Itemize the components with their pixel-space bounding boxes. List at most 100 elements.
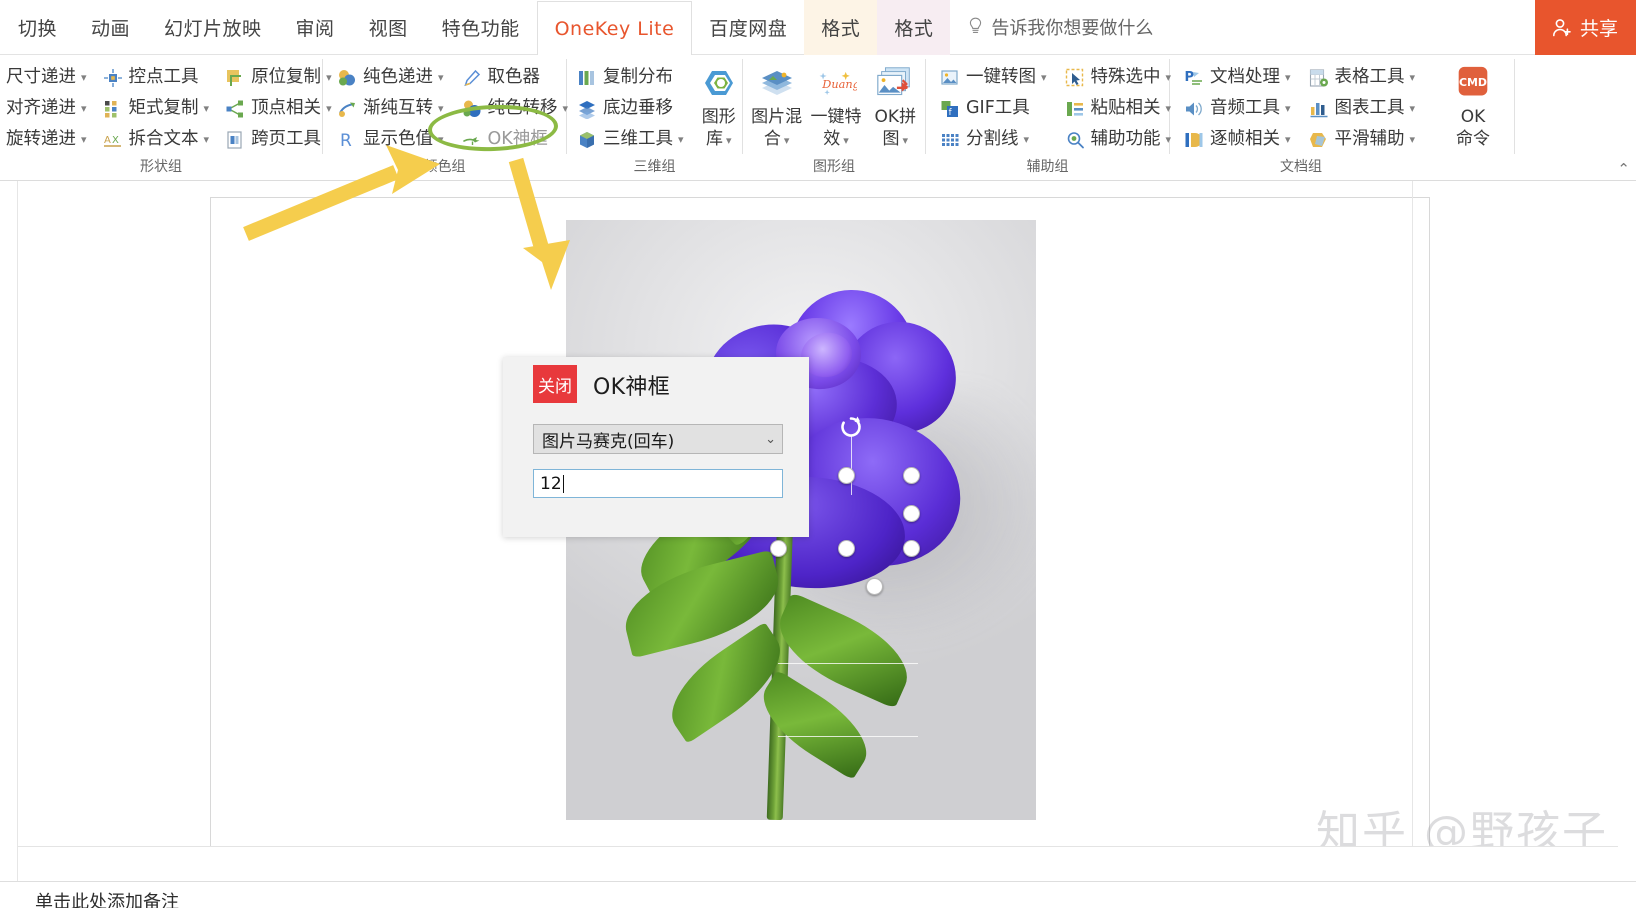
morph-assist-icon xyxy=(1308,129,1330,151)
ribbon-item-audio-tool[interactable]: 音频工具 xyxy=(1180,93,1295,124)
ribbon-item-solid-color-progress[interactable]: 纯色递进 xyxy=(333,62,448,93)
svg-text:P: P xyxy=(1185,70,1195,85)
chevron-down-icon[interactable] xyxy=(1041,72,1047,83)
tab-featured[interactable]: 特色功能 xyxy=(425,0,537,55)
chevron-down-icon[interactable] xyxy=(903,134,909,147)
ribbon-item-label: 旋转递进 xyxy=(6,128,76,149)
ribbon-item-label: 一键转图 xyxy=(966,66,1036,87)
notes-pane[interactable]: 单击此处添加备注 xyxy=(0,881,1636,918)
ribbon-item-in-place-copy[interactable]: 原位复制 xyxy=(221,62,336,93)
copy-distribute-icon xyxy=(576,67,598,89)
bottom-vertical-move-icon xyxy=(576,98,598,120)
ribbon-item-align-progress[interactable]: 对齐递进 xyxy=(0,93,91,124)
three-d-tools-icon xyxy=(576,129,598,151)
chevron-down-icon[interactable] xyxy=(1024,134,1030,145)
ribbon-item-three-d-tools[interactable]: 三维工具 xyxy=(573,124,688,155)
ribbon-item-vertex-related[interactable]: 顶点相关 xyxy=(221,93,336,124)
ribbon-item-copy-distribute[interactable]: 复制分布 xyxy=(573,62,688,93)
tab-view[interactable]: 视图 xyxy=(352,0,425,55)
ribbon-item-label: 控点工具 xyxy=(128,66,199,87)
ribbon-item-label: 辅助功能 xyxy=(1090,128,1161,149)
ribbon-item-label: 表格工具 xyxy=(1334,66,1405,87)
chevron-down-icon[interactable] xyxy=(678,134,684,145)
tab-switch[interactable]: 切换 xyxy=(0,0,74,55)
ribbon-item-label: 平滑辅助 xyxy=(1334,128,1405,149)
chevron-down-icon[interactable] xyxy=(81,134,87,145)
chevron-down-icon[interactable]: ⌄ xyxy=(765,432,776,447)
tab-animation[interactable]: 动画 xyxy=(74,0,147,55)
ribbon-item-paste-related[interactable]: 粘贴相关 xyxy=(1061,93,1176,124)
ribbon-item-size-progress[interactable]: 尺寸递进 xyxy=(0,62,91,93)
ribbon-item-document-process[interactable]: P 文档处理 xyxy=(1180,62,1295,93)
chevron-down-icon[interactable] xyxy=(1285,72,1291,83)
ribbon-item-convert-to-image[interactable]: 一键转图 xyxy=(936,62,1051,93)
ribbon-item-rotate-progress[interactable]: 旋转递进 xyxy=(0,124,91,155)
ribbon-item-special-select[interactable]: 特殊选中 xyxy=(1061,62,1176,93)
share-button[interactable]: 共享 xyxy=(1534,0,1636,55)
ribbon-item-accessibility[interactable]: 辅助功能 xyxy=(1061,124,1176,155)
ribbon-bigbutton-shape-library[interactable]: 图形 库 xyxy=(696,59,742,149)
resize-handle-top-right[interactable] xyxy=(903,467,920,484)
ribbon-item-control-point[interactable]: 控点工具 xyxy=(99,62,214,93)
chevron-down-icon[interactable] xyxy=(1410,134,1416,145)
slide-thumbnail-pane[interactable] xyxy=(0,181,18,881)
chevron-down-icon[interactable] xyxy=(81,103,87,114)
chevron-down-icon[interactable] xyxy=(1285,103,1291,114)
chevron-up-icon[interactable]: ⌃ xyxy=(1617,160,1630,178)
tab-slideshow[interactable]: 幻灯片放映 xyxy=(147,0,279,55)
resize-handle-bottom-right[interactable] xyxy=(903,540,920,557)
ribbon-bigbutton-line1: OK拼 xyxy=(874,107,917,127)
ribbon-item-eyedropper[interactable]: 取色器 xyxy=(458,62,573,93)
ribbon-bigbutton-image-blend[interactable]: 图片混 合 xyxy=(747,59,806,149)
rotate-handle[interactable] xyxy=(838,414,864,440)
ribbon-group-caption: 文档组 xyxy=(1280,159,1322,175)
ribbon-item-bottom-vertical-move[interactable]: 底边垂移 xyxy=(573,93,688,124)
ribbon-item-gif-tool[interactable]: f GIF工具 xyxy=(936,93,1051,124)
resize-handle-bottom[interactable] xyxy=(838,540,855,557)
ribbon-bigbutton-ok-collage[interactable]: OK拼 图 xyxy=(866,59,925,149)
tab-format-shape[interactable]: 格式 xyxy=(877,0,951,55)
ribbon-item-frame-by-frame[interactable]: 逐帧相关 xyxy=(1180,124,1295,155)
dialog-value-input[interactable]: 12 xyxy=(533,469,783,498)
tab-format-picture[interactable]: 格式 xyxy=(804,0,878,55)
ribbon-item-label: GIF工具 xyxy=(966,97,1030,118)
chevron-down-icon[interactable] xyxy=(438,72,444,83)
chevron-down-icon[interactable] xyxy=(843,134,849,147)
tab-review[interactable]: 审阅 xyxy=(279,0,352,55)
tell-me-search[interactable]: 告诉我你想要做什么 xyxy=(950,14,1167,40)
convert-to-image-icon xyxy=(939,67,961,89)
ribbon-item-gradient-solid-swap[interactable]: 渐纯互转 xyxy=(333,93,448,124)
chevron-down-icon[interactable] xyxy=(726,134,732,147)
ribbon-group-caption: 颜色组 xyxy=(423,159,466,175)
resize-handle-bottom-left[interactable] xyxy=(770,540,787,557)
ribbon-bigbutton-ok-command[interactable]: CMD OK 命令 xyxy=(1435,59,1511,149)
chevron-down-icon[interactable] xyxy=(204,134,210,145)
resize-handle-top[interactable] xyxy=(838,467,855,484)
chevron-down-icon[interactable] xyxy=(1410,103,1416,114)
chevron-down-icon[interactable] xyxy=(204,103,210,114)
slide-canvas[interactable] xyxy=(210,197,1430,865)
ok-magic-box-dialog[interactable]: 关闭 OK神框 图片马赛克(回车) ⌄ 12 xyxy=(503,357,809,537)
chevron-down-icon[interactable] xyxy=(784,134,790,147)
chevron-down-icon[interactable] xyxy=(1410,72,1416,83)
chevron-down-icon[interactable] xyxy=(81,72,87,83)
ribbon-item-morph-assist[interactable]: 平滑辅助 xyxy=(1305,124,1420,155)
chevron-down-icon[interactable] xyxy=(1285,134,1291,145)
tab-baidu-netdisk[interactable]: 百度网盘 xyxy=(692,0,804,55)
chart-tool-icon xyxy=(1308,98,1330,120)
dialog-close-button[interactable]: 关闭 xyxy=(533,365,577,403)
ribbon-item-label: 取色器 xyxy=(487,66,541,87)
ribbon-item-label: 图表工具 xyxy=(1334,97,1405,118)
resize-handle-extra[interactable] xyxy=(866,578,883,595)
ribbon-item-matrix-copy[interactable]: 矩式复制 xyxy=(99,93,214,124)
ribbon-item-chart-tool[interactable]: 图表工具 xyxy=(1305,93,1420,124)
dialog-mode-select[interactable]: 图片马赛克(回车) ⌄ xyxy=(533,424,783,454)
tab-onekey-lite[interactable]: OneKey Lite xyxy=(536,1,693,55)
ribbon-item-cross-page[interactable]: 跨页工具 xyxy=(221,124,336,155)
resize-handle-right[interactable] xyxy=(903,505,920,522)
chevron-down-icon[interactable] xyxy=(438,103,444,114)
ribbon-item-divider-line[interactable]: 分割线 xyxy=(936,124,1051,155)
ribbon-bigbutton-one-click-effect[interactable]: Duang 一键特 效 xyxy=(806,59,865,149)
ribbon-item-table-tool[interactable]: 表格工具 xyxy=(1305,62,1420,93)
ribbon-item-split-merge-text[interactable]: A X 拆合文本 xyxy=(99,124,214,155)
